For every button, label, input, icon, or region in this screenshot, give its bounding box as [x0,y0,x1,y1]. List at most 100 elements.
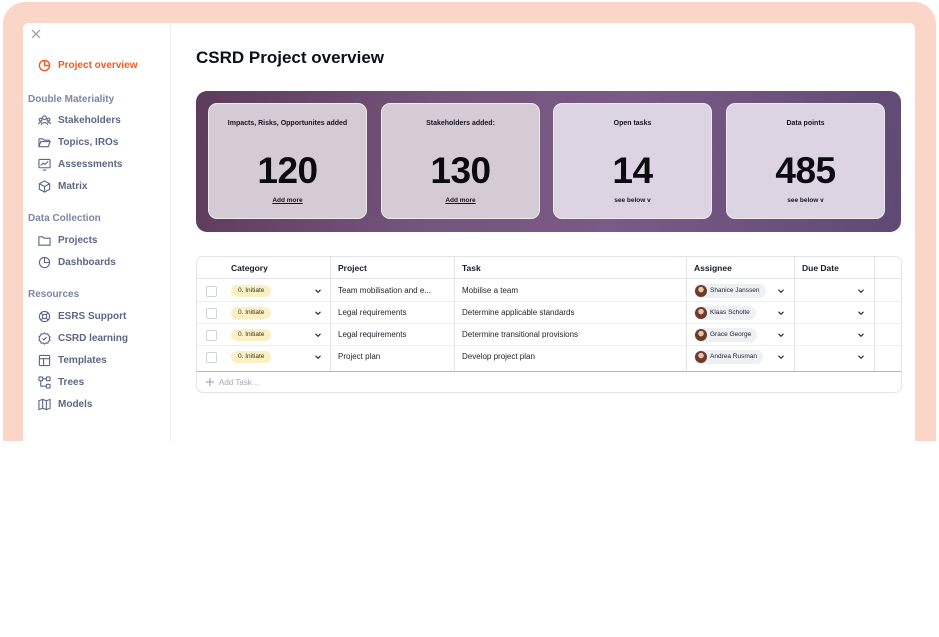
pie-chart-icon [38,256,51,269]
tasks-table: Category Project Task Assignee Due Date … [196,256,902,393]
sidebar-item-label: CSRD learning [58,333,129,344]
see-below-link[interactable]: see below v [554,197,711,204]
stat-label: Impacts, Risks, Opportunites added [227,120,348,127]
stat-value: 14 [612,150,653,191]
pie-chart-icon [38,59,51,72]
chevron-down-icon[interactable] [857,309,865,317]
sidebar-item-label: Projects [58,235,98,246]
section-title-double-materiality: Double Materiality [28,94,115,105]
section-title-data-collection: Data Collection [28,213,101,224]
sidebar-item-label: Project overview [58,60,138,71]
assignee-chip[interactable]: Andrea Rusman [694,350,763,364]
sidebar-item-esrs-support[interactable]: ESRS Support [38,310,126,323]
row-checkbox[interactable] [206,330,217,341]
sidebar-item-stakeholders[interactable]: Stakeholders [38,114,121,127]
chevron-down-icon[interactable] [857,287,865,295]
sidebar-item-label: Topics, IROs [58,137,119,148]
task-cell[interactable]: Develop project plan [462,346,535,368]
sidebar-item-projects[interactable]: Projects [38,234,97,247]
sidebar-item-matrix[interactable]: Matrix [38,180,87,193]
chevron-down-icon[interactable] [314,309,322,317]
project-cell[interactable]: Legal requirements [338,302,448,324]
table-row[interactable]: 0. Initiate Legal requirements Determine… [197,324,901,346]
assignee-name: Grace George [710,331,752,338]
sidebar-item-templates[interactable]: Templates [38,354,107,367]
page-title: CSRD Project overview [196,48,385,67]
layout-icon [38,354,51,367]
assignee-name: Shanice Janssen [710,287,760,294]
sidebar-item-project-overview[interactable]: Project overview [38,59,137,72]
sidebar-item-label: Stakeholders [58,115,121,126]
task-cell[interactable]: Determine applicable standards [462,302,575,324]
stat-label: Stakeholders added: [426,120,495,127]
table-row[interactable]: 0. Initiate Team mobilisation and e... M… [197,280,901,302]
chevron-down-icon[interactable] [857,353,865,361]
assignee-chip[interactable]: Grace George [694,328,758,342]
chart-screen-icon [38,158,51,171]
assignee-chip[interactable]: Shanice Janssen [694,284,766,298]
sidebar-item-topics-iros[interactable]: Topics, IROs [38,136,118,149]
table-row[interactable]: 0. Initiate Project plan Develop project… [197,346,901,368]
lifebuoy-icon [38,310,51,323]
map-icon [38,398,51,411]
project-cell[interactable]: Team mobilisation and e... [338,280,448,302]
sidebar-item-label: Matrix [58,181,88,192]
chevron-down-icon[interactable] [777,309,785,317]
folder-icon [38,236,51,246]
column-header-due-date[interactable]: Due Date [802,257,839,279]
task-cell[interactable]: Mobilise a team [462,280,518,302]
column-header-task[interactable]: Task [462,257,481,279]
table-row[interactable]: 0. Initiate Legal requirements Determine… [197,302,901,324]
badge-check-icon [38,332,51,345]
add-more-link[interactable]: Add more [382,197,539,204]
stat-value: 485 [775,150,836,191]
row-checkbox[interactable] [206,286,217,297]
stat-value: 120 [257,150,318,191]
app-window: Project overview Double Materiality Stak… [23,23,915,441]
chevron-down-icon[interactable] [777,353,785,361]
add-task-row[interactable]: Add Task .. [197,371,901,392]
sidebar-item-label: Trees [58,377,85,388]
folder-open-icon [38,138,51,148]
cube-icon [38,180,51,193]
chevron-down-icon[interactable] [314,287,322,295]
row-checkbox[interactable] [206,352,217,363]
chevron-down-icon[interactable] [857,331,865,339]
avatar [695,285,707,297]
sidebar-item-models[interactable]: Models [38,398,92,411]
sidebar-item-assessments[interactable]: Assessments [38,158,122,171]
sidebar-item-label: Assessments [58,159,123,170]
sidebar-item-label: ESRS Support [58,311,127,322]
chevron-down-icon[interactable] [314,331,322,339]
stat-card-stakeholders: Stakeholders added: 130 Add more [381,103,540,219]
add-task-placeholder[interactable]: Add Task .. [219,372,258,392]
category-pill: 0. Initiate [231,351,272,363]
sidebar-item-csrd-learning[interactable]: CSRD learning [38,332,128,345]
assignee-name: Andrea Rusman [710,353,757,360]
see-below-link[interactable]: see below v [727,197,884,204]
avatar [695,307,707,319]
column-header-category[interactable]: Category [231,257,268,279]
sidebar-item-label: Templates [58,355,107,366]
close-icon[interactable] [30,28,42,40]
assignee-chip[interactable]: Klaas Scholte [694,306,756,320]
task-cell[interactable]: Determine transitional provisions [462,324,578,346]
sidebar-item-dashboards[interactable]: Dashboards [38,256,116,269]
sidebar-item-trees[interactable]: Trees [38,376,84,389]
stat-label: Data points [786,120,825,127]
stat-label: Open tasks [613,120,652,127]
column-header-assignee[interactable]: Assignee [694,257,732,279]
add-more-link[interactable]: Add more [209,197,366,204]
row-checkbox[interactable] [206,308,217,319]
chevron-down-icon[interactable] [314,353,322,361]
project-cell[interactable]: Project plan [338,346,448,368]
plus-icon[interactable] [205,377,215,387]
project-cell[interactable]: Legal requirements [338,324,448,346]
category-pill: 0. Initiate [231,329,272,341]
stat-card-data-points: Data points 485 see below v [726,103,885,219]
column-header-project[interactable]: Project [338,257,367,279]
chevron-down-icon[interactable] [777,331,785,339]
chevron-down-icon[interactable] [777,287,785,295]
section-title-resources: Resources [28,289,80,300]
category-pill: 0. Initiate [231,285,272,297]
